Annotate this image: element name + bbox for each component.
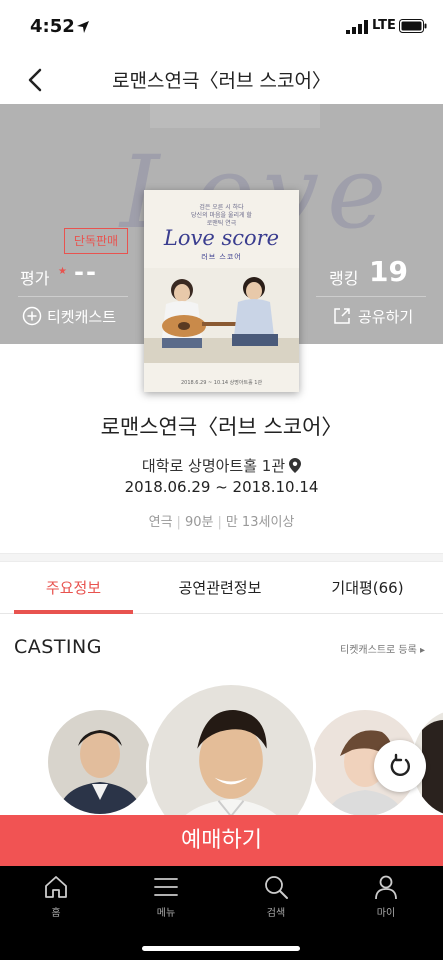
- separator: |: [217, 515, 222, 530]
- cast-photo: [48, 710, 152, 814]
- location-arrow-icon: [77, 21, 89, 33]
- plus-circle-icon: [22, 306, 42, 326]
- venue[interactable]: 대학로 상명아트홀 1관: [0, 455, 443, 476]
- show-title: 로맨스연극〈러브 스코어〉: [100, 415, 343, 439]
- rating-value: --: [74, 258, 98, 286]
- nav-label: 검색: [266, 908, 286, 919]
- nav-label: 메뉴: [156, 908, 176, 919]
- divider: [316, 296, 426, 297]
- cast-carousel[interactable]: [0, 680, 443, 816]
- tab-performance-info[interactable]: 공연관련정보: [150, 562, 290, 614]
- nav-home[interactable]: 홈: [16, 874, 96, 919]
- cast-member-featured[interactable]: [146, 682, 316, 816]
- poster-illustration: [144, 268, 299, 363]
- bottom-navigation: 홈 메뉴 검색 마이: [0, 866, 443, 960]
- tab-bar: 주요정보 공연관련정보 기대평(66): [0, 562, 443, 614]
- status-time: 4:52: [30, 16, 75, 37]
- divider: [18, 296, 128, 297]
- menu-icon: [154, 878, 178, 896]
- hero-decoration: [150, 104, 320, 128]
- separator: |: [176, 515, 181, 530]
- page-title: 로맨스연극〈러브 스코어〉: [112, 70, 331, 92]
- share-label: 공유하기: [358, 307, 414, 326]
- person-icon: [375, 875, 397, 900]
- tab-main-info[interactable]: 주요정보: [14, 562, 133, 614]
- nav-label: 홈: [51, 908, 61, 919]
- ticketcast-label: 티켓캐스트: [47, 307, 117, 326]
- home-icon: [45, 876, 67, 898]
- age-limit: 만 13세이상: [225, 515, 295, 530]
- show-meta: 연극 | 90분 | 만 13세이상: [0, 511, 443, 530]
- rating-label: 평가: [20, 269, 50, 288]
- nav-my[interactable]: 마이: [346, 874, 426, 919]
- nav-label: 마이: [376, 908, 396, 919]
- poster-footer: 2018.6.29 ~ 10.14 상명아트홀 1관: [180, 380, 263, 386]
- poster-title-kr: 러브 스코어: [201, 253, 242, 261]
- tab-reviews[interactable]: 기대평(66): [310, 562, 425, 614]
- buy-tickets-button[interactable]: 예매하기: [0, 815, 443, 866]
- share-button[interactable]: 공유하기: [332, 303, 413, 329]
- ranking-label: 랭킹: [329, 269, 359, 288]
- cast-photo: [149, 685, 313, 816]
- nav-menu[interactable]: 메뉴: [126, 874, 206, 919]
- required-star-icon: ★: [58, 266, 67, 277]
- venue-name: 대학로 상명아트홀 1관: [141, 457, 286, 475]
- share-icon: [334, 308, 350, 324]
- home-indicator[interactable]: [142, 946, 300, 951]
- battery-icon: [399, 19, 427, 33]
- show-poster[interactable]: 검은 오른 시 하다 당신의 마음을 울리게 할 로맨틱 연극 Love sco…: [144, 190, 299, 392]
- casting-title: CASTING: [14, 636, 102, 658]
- nav-search[interactable]: 검색: [236, 874, 316, 919]
- exclusive-badge: 단독판매: [64, 228, 128, 254]
- genre: 연극: [148, 515, 173, 530]
- active-tab-indicator: [14, 610, 133, 614]
- search-icon: [265, 876, 288, 899]
- navigation-bar: 로맨스연극〈러브 스코어〉: [0, 56, 443, 104]
- ticketcast-button[interactable]: 티켓캐스트: [22, 303, 116, 329]
- status-bar: 4:52 LTE: [0, 0, 443, 56]
- poster-subtitle: 검은 오른 시 하다 당신의 마음을 울리게 할 로맨틱 연극: [191, 204, 252, 227]
- refresh-icon: [390, 753, 411, 776]
- location-pin-icon: [289, 458, 302, 473]
- network-label: LTE: [372, 18, 396, 33]
- ranking-value: 19: [369, 255, 408, 288]
- show-dates: 2018.06.29 ~ 2018.10.14: [124, 478, 319, 496]
- refresh-button[interactable]: [374, 740, 426, 792]
- poster-title: Love score: [163, 226, 280, 250]
- register-ticketcast-link[interactable]: 티켓캐스트로 등록 ▸: [340, 641, 425, 656]
- runtime: 90분: [184, 515, 214, 530]
- cast-member[interactable]: [48, 710, 152, 814]
- signal-icon: [346, 20, 368, 34]
- section-divider: [0, 553, 443, 562]
